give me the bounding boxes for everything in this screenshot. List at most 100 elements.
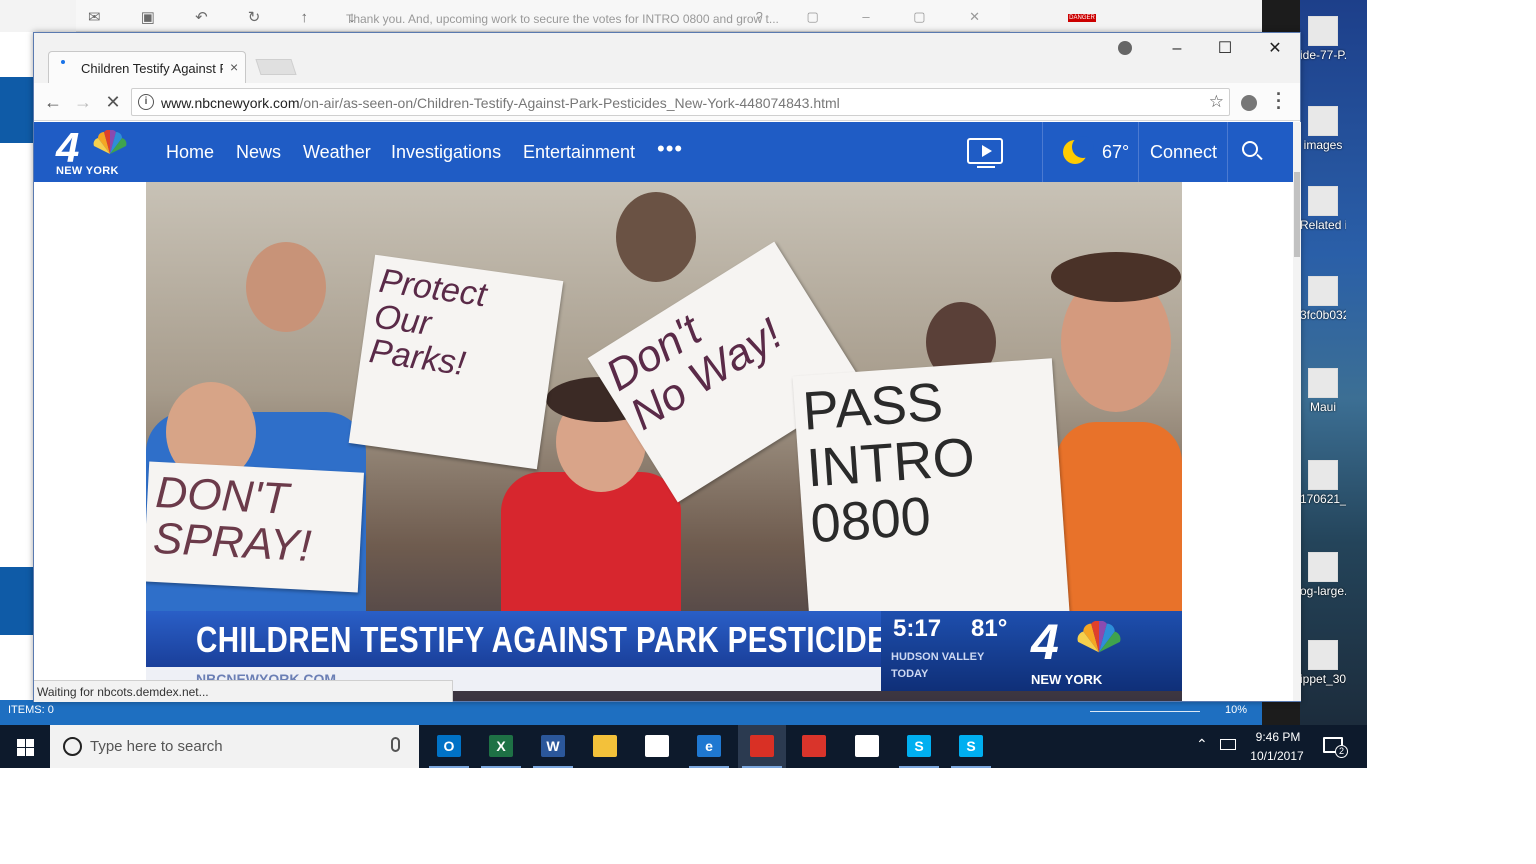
taskbar-app-acrobat[interactable] (790, 725, 838, 768)
scrollbar-thumb[interactable] (1294, 172, 1300, 257)
image-icon (1308, 16, 1338, 46)
nav-entertainment[interactable]: Entertainment (523, 142, 635, 163)
taskbar-app-excel[interactable]: X (477, 725, 525, 768)
new-tab-button[interactable] (255, 59, 297, 75)
tab-strip: Children Testify Against P × – ☐ ✕ (34, 33, 1300, 83)
close-button[interactable]: ✕ (1252, 37, 1298, 61)
sign-protect-parks: Protect Our Parks! (348, 254, 564, 470)
outlook-window-controls[interactable]: ? ▢ – ▢ ✕ (756, 9, 1000, 25)
bookmark-star-icon[interactable]: ☆ (1209, 92, 1224, 112)
desktop-icon[interactable]: Related image (1300, 186, 1346, 233)
taskbar-app-outlook[interactable]: O (425, 725, 473, 768)
taskbar-app-word[interactable]: W (529, 725, 577, 768)
nav-connect[interactable]: Connect (1150, 142, 1217, 163)
forward-button[interactable]: → (70, 90, 96, 114)
search-icon[interactable] (1242, 141, 1258, 157)
video-player[interactable]: Protect Our Parks! Don't No Way! PASS IN… (146, 182, 1182, 701)
items-count: ITEMS: 0 (8, 704, 54, 716)
outlook-icon: O (437, 735, 461, 757)
extension-icon[interactable] (1241, 95, 1257, 111)
video-icon[interactable] (967, 138, 1003, 168)
nav-news[interactable]: News (236, 142, 281, 163)
broadcast-logo-city: NEW YORK (1031, 672, 1103, 687)
chrome-window: Children Testify Against P × – ☐ ✕ ← → ✕… (33, 32, 1301, 702)
nav-investigations[interactable]: Investigations (391, 142, 501, 163)
taskbar-app-edge[interactable]: e (685, 725, 733, 768)
url-path: /on-air/as-seen-on/Children-Testify-Agai… (299, 95, 840, 111)
menu-icon[interactable]: · · · (1276, 85, 1282, 117)
video-headline: CHILDREN TESTIFY AGAINST PARK PESTICIDES (196, 619, 908, 660)
moon-icon (1063, 136, 1094, 164)
desktop-icon[interactable]: ippet_30... (1300, 640, 1346, 687)
broadcast-logo-number: 4 (1031, 614, 1059, 670)
windows-icon (17, 739, 34, 756)
zoom-level: 10% (1225, 704, 1248, 716)
tab-close-icon[interactable]: × (230, 59, 238, 75)
broadcast-today: TODAY (891, 668, 929, 680)
tab-active[interactable]: Children Testify Against P × (48, 51, 246, 83)
broadcast-time: 5:17 (893, 615, 942, 642)
stop-loading-button[interactable]: ✕ (100, 90, 126, 114)
desktop-icon[interactable]: images (1300, 106, 1346, 153)
outlook-nav-highlight (0, 77, 34, 143)
desktop-icon-label: Related image (1300, 218, 1346, 232)
outlook-nav-pane (0, 32, 34, 702)
taskbar-search[interactable]: Type here to search (50, 725, 419, 768)
minimize-button[interactable]: – (1154, 37, 1200, 61)
search-placeholder: Type here to search (90, 738, 223, 755)
running-indicator (481, 766, 521, 768)
desktop-icon[interactable]: og-large... (1300, 552, 1346, 599)
desktop-icon-label: 3fc0b032... (1300, 308, 1346, 322)
nav-more-icon[interactable]: ••• (657, 136, 683, 162)
weather-temperature[interactable]: 67° (1102, 142, 1129, 163)
microphone-icon[interactable] (391, 737, 400, 752)
store-icon (645, 735, 669, 757)
nav-home[interactable]: Home (166, 142, 214, 163)
page-scrollbar[interactable] (1293, 122, 1301, 701)
desktop-icon[interactable]: 3fc0b032... (1300, 276, 1346, 323)
quick-access-icons[interactable]: ✉ ▣ ↶ ↻ ↑ ↓ (88, 8, 374, 26)
file-explorer-icon (593, 735, 617, 757)
nbc-logo[interactable]: 4 NEW YORK (56, 124, 130, 178)
maximize-button[interactable]: ☐ (1202, 37, 1248, 61)
taskbar-app-skype[interactable]: S (895, 725, 943, 768)
site-nav-bar: 4 NEW YORK Home News Weather Investigati… (34, 122, 1293, 182)
image-icon (1308, 640, 1338, 670)
clock-time[interactable]: 9:46 PM (1248, 730, 1308, 744)
taskbar-app-file-explorer[interactable] (581, 725, 629, 768)
lower-third-main: CHILDREN TESTIFY AGAINST PARK PESTICIDES (146, 611, 907, 667)
skype-icon: S (907, 735, 931, 757)
taskbar-app-dropbox[interactable] (843, 725, 891, 768)
outlook-nav-highlight-2 (0, 567, 34, 635)
clock-date[interactable]: 10/1/2017 (1243, 749, 1311, 763)
back-button[interactable]: ← (40, 90, 66, 114)
desktop-icon[interactable]: 170621_... (1300, 460, 1346, 507)
desktop-icon-label: 170621_... (1300, 492, 1346, 506)
broadcast-region: HUDSON VALLEY (891, 651, 985, 663)
taskbar-app-chrome[interactable] (738, 725, 786, 768)
address-bar[interactable]: i www.nbcnewyork.com/on-air/as-seen-on/C… (131, 88, 1230, 116)
battery-icon[interactable] (1220, 739, 1236, 750)
image-icon (1308, 368, 1338, 398)
taskbar-app-skype-business[interactable]: S (947, 725, 995, 768)
running-indicator (533, 766, 573, 768)
running-indicator (689, 766, 729, 768)
url-host: www.nbcnewyork.com (161, 95, 300, 111)
lower-third-info: 5:17 81° HUDSON VALLEY TODAY 4 NEW YORK (881, 611, 1182, 691)
zoom-slider[interactable] (1090, 711, 1200, 712)
start-button[interactable] (0, 725, 50, 768)
profile-icon[interactable] (1118, 41, 1132, 55)
person (1056, 422, 1182, 622)
excel-icon: X (489, 735, 513, 757)
taskbar-app-store[interactable] (633, 725, 681, 768)
chevron-up-icon[interactable]: ⌃ (1196, 736, 1208, 753)
nav-weather[interactable]: Weather (303, 142, 371, 163)
site-info-icon[interactable]: i (138, 94, 154, 110)
url-text[interactable]: www.nbcnewyork.com/on-air/as-seen-on/Chi… (161, 95, 840, 111)
desktop-icon[interactable]: ide-77-P... (1300, 16, 1346, 63)
desktop-icon[interactable]: Maui (1300, 368, 1346, 415)
desktop-icon-label: images (1303, 138, 1343, 152)
cortana-icon (63, 737, 82, 756)
running-indicator (951, 766, 991, 768)
image-icon (1308, 106, 1338, 136)
